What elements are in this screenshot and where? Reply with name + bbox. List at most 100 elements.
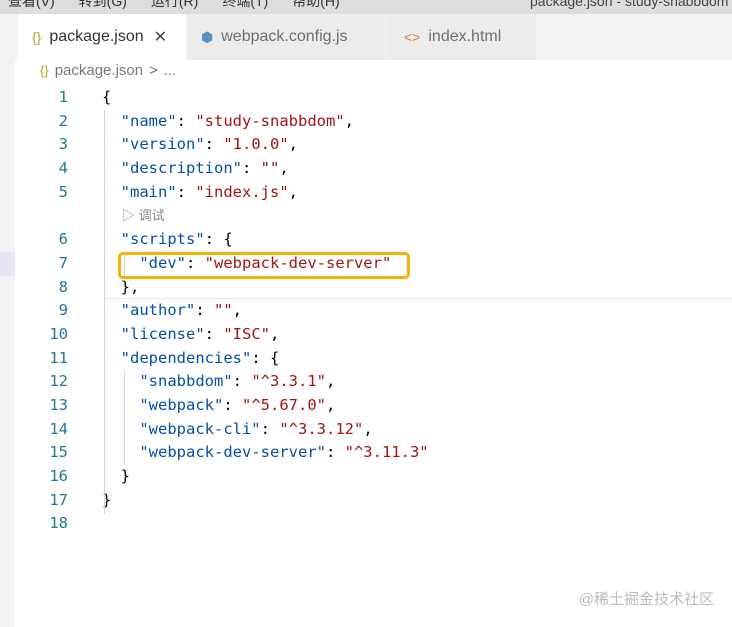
punctuation: : [325,443,345,462]
punctuation: : { [204,230,233,249]
webpack-cube-icon: ⬢ [201,28,214,45]
json-string: "1.0.0" [223,135,289,154]
code-line: 14 "webpack-cli": "^3.3.12", [0,418,732,442]
tab-index-html[interactable]: <> index.html [386,14,536,60]
code-line: 17} [0,489,732,513]
punctuation: : { [251,348,280,367]
json-key: "webpack-dev-server" [139,443,326,462]
json-string: "" [214,301,233,320]
code-line: 6 "scripts": { [0,228,732,252]
json-string: "^5.67.0" [242,395,326,414]
highlight-box [118,252,410,279]
code-text: "author": "", [102,299,242,323]
menu-run[interactable]: 运行(R) [151,0,198,11]
menu-goto[interactable]: 转到(G) [79,0,127,11]
punctuation: : [204,324,224,343]
punctuation: , [363,419,373,438]
indent-guide [124,370,125,465]
line-number: 5 [58,182,68,201]
line-number: 6 [58,230,68,249]
code-line: 2 "name": "study-snabbdom", [0,110,732,134]
code-text: } [102,465,130,489]
punctuation: , [232,301,243,320]
line-number: 9 [58,301,68,320]
line-number: 4 [58,159,68,178]
punctuation: , [288,135,299,154]
debug-codelens[interactable]: ▷ 调试 [122,204,165,228]
code-text: "snabbdom": "^3.3.1", [102,370,335,394]
punctuation: { [102,88,112,106]
code-line: 3 "version": "1.0.0", [0,133,732,157]
punctuation: : [195,301,214,320]
code-text: "webpack-cli": "^3.3.12", [102,418,373,442]
punctuation: , [288,182,299,201]
tab-label: package.json [49,28,144,45]
punctuation: : [204,135,224,154]
tab-label: index.html [428,28,502,45]
json-key: "description" [120,159,242,178]
code-text: "version": "1.0.0", [102,133,298,157]
breadcrumb-separator: > [149,62,158,79]
line-number: 8 [58,277,68,296]
punctuation: , [326,395,336,414]
codelens-row: ▷ 调试 [0,204,732,228]
json-string: "ISC" [223,324,271,343]
json-string: "" [260,159,280,178]
code-editor[interactable]: 1{2 "name": "study-snabbdom", 3 "version"… [0,86,732,536]
line-number: 1 [58,88,68,106]
line-number: 2 [58,111,68,130]
tab-bar: {} package.json ✕ ⬢ webpack.config.js <>… [0,14,732,60]
line-number: 17 [49,490,68,509]
menu-help[interactable]: 帮助(H) [292,0,339,11]
menu-view[interactable]: 查看(V) [8,0,55,11]
code-text: "webpack": "^5.67.0", [102,394,335,418]
code-line: 4 "description": "", [0,157,732,181]
line-number: 18 [49,514,68,533]
json-braces-icon: {} [32,29,42,45]
code-line: 18 [0,512,732,536]
json-string: "^3.11.3" [344,443,429,462]
window-title: package.json - study-snabbdom [530,0,729,9]
code-line: 10 "license": "ISC", [0,323,732,347]
json-string: "study-snabbdom" [195,111,345,130]
json-key: "snabbdom" [139,372,233,391]
tab-webpack-config[interactable]: ⬢ webpack.config.js [187,14,385,60]
close-icon[interactable]: ✕ [154,27,167,47]
line-number: 15 [49,443,68,462]
code-line: 16 } [0,465,732,489]
indent-guide [104,110,105,514]
punctuation: , [344,111,354,130]
menu-terminal[interactable]: 终端(T) [222,0,268,11]
punctuation: : [260,419,280,438]
json-key: "version" [120,135,205,154]
code-text: }, [102,276,140,300]
code-line: 11 "dependencies": { [0,347,732,371]
code-text: "main": "index.js", [102,181,298,205]
code-line: 5 "main": "index.js", [0,181,732,205]
json-key: "author" [120,301,196,320]
code-line: 8 }, [0,276,732,300]
breadcrumb: {} package.json > ... [40,62,176,79]
json-key: "license" [120,324,205,343]
watermark: @稀土掘金技术社区 [578,591,714,608]
code-text: { [102,86,111,110]
line-number: 7 [58,253,68,272]
code-text: "name": "study-snabbdom", [102,110,354,134]
tab-package-json[interactable]: {} package.json ✕ [18,14,186,60]
punctuation: , [270,324,280,343]
breadcrumb-symbol[interactable]: ... [164,62,177,79]
code-text: "description": "", [102,157,289,181]
menu-bar: 查看(V) 转到(G) 运行(R) 终端(T) 帮助(H) package.js… [0,0,732,14]
code-line: 9 "author": "", [0,299,732,323]
punctuation: : [232,372,252,391]
html-brackets-icon: <> [404,29,421,45]
line-number: 10 [49,324,68,343]
punctuation: : [176,182,196,201]
json-braces-icon: {} [40,63,49,78]
punctuation: }, [120,277,140,296]
code-text: "license": "ISC", [102,323,280,347]
breadcrumb-file[interactable]: package.json [55,62,143,79]
line-number: 3 [58,135,68,154]
json-string: "^3.3.1" [251,372,326,391]
